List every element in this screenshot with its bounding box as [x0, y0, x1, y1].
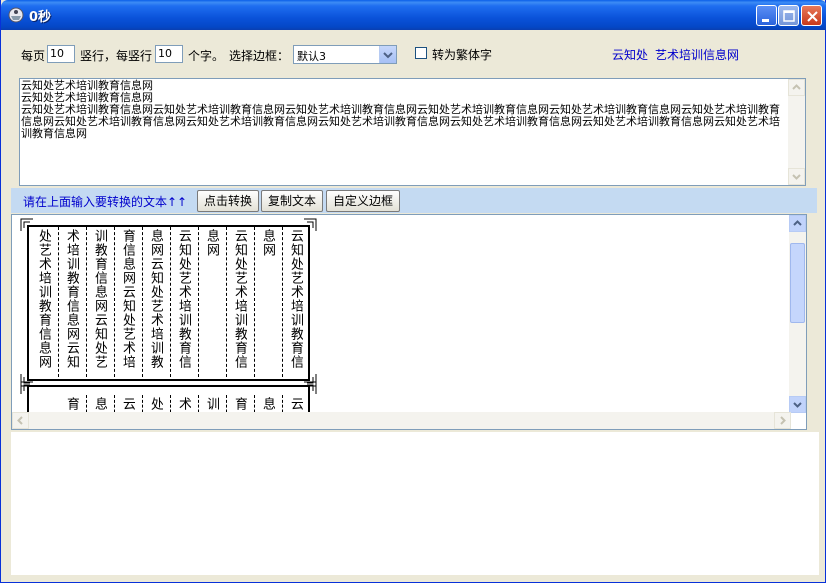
scroll-up-button[interactable]: [789, 215, 806, 232]
border-select[interactable]: 默认3: [293, 45, 397, 64]
maximize-icon: [783, 10, 795, 22]
column-divider: [170, 227, 171, 377]
output-text-area[interactable]: 云知处艺术培训教育信 息网 云知处艺术培训教育信 息网 云知处艺术培训教育信 息网云知处艺…: [11, 214, 807, 430]
copy-text-button[interactable]: 复制文本: [261, 190, 323, 212]
output-horizontal-scrollbar[interactable]: [12, 412, 791, 429]
border-select-value: 默认3: [297, 50, 326, 63]
columns-label: 竖行，每竖行: [80, 49, 153, 63]
vertical-text-column: 云知处艺术培训教育信: [288, 229, 303, 369]
vertical-text-column: 息网云知处艺术培训教: [148, 229, 163, 369]
close-icon: [807, 11, 818, 22]
preview-pane: [11, 432, 819, 575]
chars-per-column-input[interactable]: 10: [155, 45, 183, 63]
vertical-text-column: 训教育信息网云知处艺: [92, 229, 107, 369]
column-divider: [58, 227, 59, 377]
minimize-icon: [762, 19, 769, 22]
column-divider: [142, 227, 143, 377]
vertical-text-column: 云知处艺术培训教育信: [232, 229, 247, 369]
scroll-down-button[interactable]: [789, 396, 806, 413]
custom-border-button[interactable]: 自定义边框: [326, 190, 400, 212]
arrow-down-icon: [792, 174, 801, 180]
vertical-layout: 云知处艺术培训教育信 息网 云知处艺术培训教育信 息网 云知处艺术培训教育信 息网云知处艺…: [12, 215, 791, 429]
arrow-right-icon: [780, 416, 786, 425]
corner-ornament-icon: [304, 218, 317, 231]
column-divider: [114, 227, 115, 377]
input-scrollbar[interactable]: [788, 79, 805, 185]
chars-label: 个字。: [188, 49, 225, 63]
scroll-up-button[interactable]: [788, 79, 805, 96]
vertical-text-column: 育信息网云知处艺术培: [120, 229, 135, 369]
corner-ornament-icon: [304, 381, 317, 394]
close-button[interactable]: [801, 5, 822, 26]
corner-ornament-icon: [20, 381, 33, 394]
vertical-text-column: 术培训教育信息网云知: [64, 229, 79, 369]
vertical-text-column: 云知处艺术培训教育信: [176, 229, 191, 369]
minimize-button[interactable]: [756, 5, 777, 26]
scroll-down-button[interactable]: [788, 168, 805, 185]
border-select-label: 选择边框：: [229, 49, 290, 63]
column-divider: [226, 227, 227, 377]
arrow-up-icon: [792, 84, 801, 90]
source-text-input[interactable]: 云知处艺术培训教育信息网 云知处艺术培训教育信息网 云知处艺术培训教育信息网云知处艺…: [19, 78, 806, 186]
convert-button[interactable]: 点击转换: [197, 190, 259, 212]
output-vertical-scrollbar[interactable]: [789, 215, 806, 413]
site-link-2[interactable]: 艺术培训信息网: [655, 46, 739, 63]
column-divider: [86, 227, 87, 377]
scroll-right-button[interactable]: [774, 412, 791, 429]
arrow-left-icon: [17, 416, 23, 425]
arrow-up-icon: [793, 220, 802, 226]
source-text: 云知处艺术培训教育信息网 云知处艺术培训教育信息网 云知处艺术培训教育信息网云知处艺…: [21, 79, 780, 140]
column-divider: [254, 227, 255, 377]
traditional-label: 转为繁体字: [432, 48, 493, 62]
window-title: 0秒: [29, 10, 52, 25]
column-divider: [198, 227, 199, 377]
title-bar[interactable]: 0秒: [1, 0, 826, 30]
vertical-text-column: 息网: [260, 229, 275, 257]
column-divider: [282, 227, 283, 377]
app-window: 0秒 每页 10 竖行，每竖行 10 个字。 选择边框： 默认3 转为繁体字 云…: [0, 0, 826, 583]
input-hint: 请在上面输入要转换的文本↑↑: [23, 195, 188, 209]
action-bar: 请在上面输入要转换的文本↑↑ 点击转换 复制文本 自定义边框: [11, 188, 817, 213]
corner-ornament-icon: [20, 218, 33, 231]
dropdown-button[interactable]: [379, 46, 396, 63]
scroll-left-button[interactable]: [12, 412, 29, 429]
scroll-thumb[interactable]: [790, 243, 805, 323]
site-link-1[interactable]: 云知处: [612, 46, 648, 63]
vertical-text-column: 处艺术培训教育信息网: [36, 229, 51, 369]
app-icon: [8, 7, 24, 23]
columns-per-page-input[interactable]: 10: [47, 45, 75, 63]
vertical-text-column: 息网: [204, 229, 219, 257]
maximize-button[interactable]: [778, 5, 799, 26]
arrow-down-icon: [793, 402, 802, 408]
per-page-label: 每页: [21, 49, 46, 63]
chevron-down-icon: [383, 52, 393, 59]
traditional-checkbox[interactable]: [415, 47, 427, 59]
